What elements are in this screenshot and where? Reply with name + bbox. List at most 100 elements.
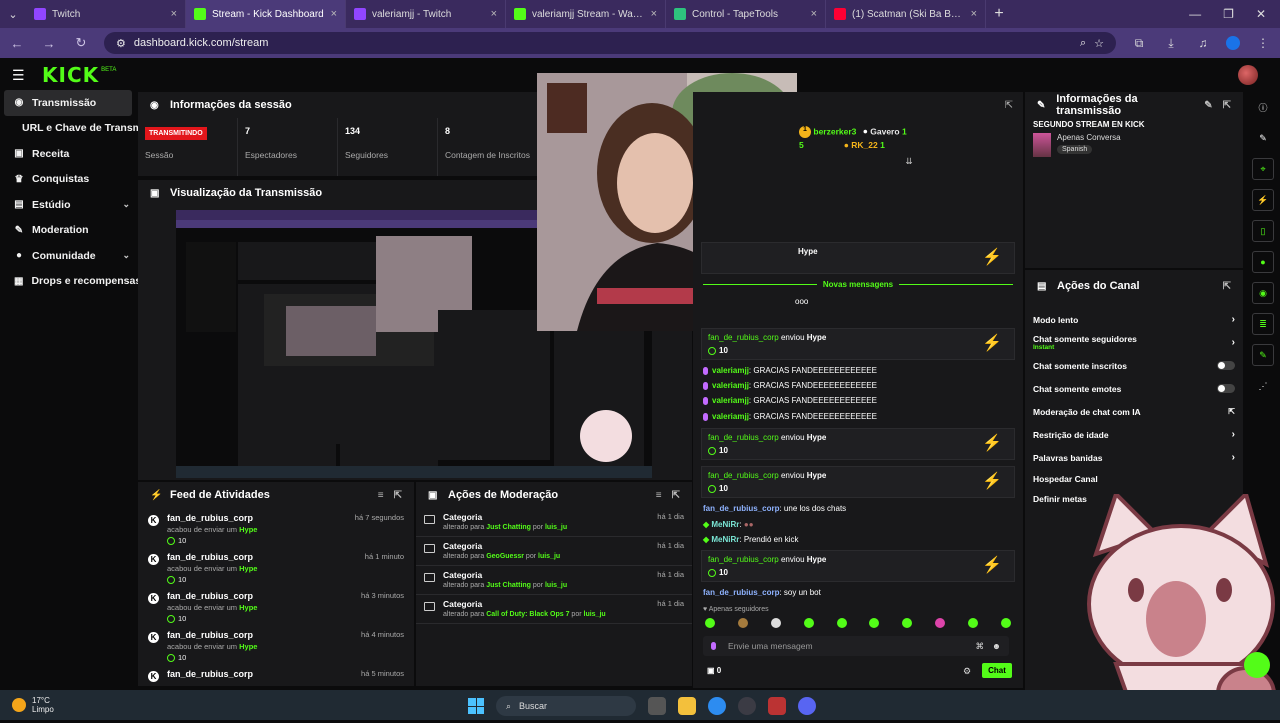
zoom-icon[interactable]: ⌕ [1080, 37, 1086, 50]
action-ai-moderation[interactable]: Moderação de chat com IA ⇱ [1025, 400, 1243, 423]
close-tab-icon[interactable]: × [811, 8, 817, 20]
media-icon[interactable]: ♫ [1194, 36, 1212, 50]
avatar[interactable] [1238, 65, 1258, 85]
chat-bubble-icon[interactable]: ● [1252, 251, 1274, 273]
emote-icon[interactable] [869, 618, 880, 628]
file-explorer-icon[interactable] [678, 697, 696, 715]
chrome-icon[interactable] [708, 697, 726, 715]
extensions-icon[interactable]: ⧉ [1130, 36, 1148, 51]
browser-tab[interactable]: Control - TapeTools × [666, 0, 826, 28]
site-info-icon[interactable]: ⚙ [116, 37, 126, 50]
profile-icon[interactable] [1226, 36, 1240, 50]
url-field[interactable]: ⚙ dashboard.kick.com/stream ⌕ ☆ [104, 32, 1116, 54]
sidebar-item-moderation[interactable]: ✎ Moderation [0, 218, 138, 244]
popout-icon[interactable]: ⇱ [1223, 100, 1231, 111]
browser-tab[interactable]: valeriamjj Stream - Watch Live× [506, 0, 666, 28]
emoji-icon[interactable]: ☻ [992, 641, 1001, 651]
action-host-channel[interactable]: Hospedar Canal [1025, 469, 1243, 489]
discord-icon[interactable] [798, 697, 816, 715]
browser-tab[interactable]: Twitch × [26, 0, 186, 28]
sidebar-item-estudio[interactable]: ▤ Estúdio ⌄ [0, 192, 138, 218]
sidebar-item-conquistas[interactable]: ♛ Conquistas [0, 167, 138, 193]
action-emotes-only[interactable]: Chat somente emotes [1025, 377, 1243, 400]
emote-icon[interactable] [737, 618, 748, 628]
close-tab-icon[interactable]: × [971, 8, 977, 20]
emote-icon[interactable] [770, 618, 781, 628]
commands-icon[interactable]: ⌘ [976, 641, 985, 652]
kick-logo[interactable]: KICK [42, 63, 99, 87]
wrench-icon[interactable]: ✎ [1252, 344, 1274, 366]
edit-icon[interactable]: ✎ [1252, 127, 1274, 149]
action-banned-words[interactable]: Palavras banidas › [1025, 446, 1243, 469]
windows-start-icon[interactable] [468, 698, 484, 714]
expand-icon[interactable]: ⇊ [799, 156, 1019, 167]
filter-icon[interactable]: ≡ [656, 490, 662, 501]
target-icon[interactable]: ⌖ [1252, 158, 1274, 180]
minimize-icon[interactable]: — [1189, 7, 1201, 21]
emote-bar [705, 618, 1011, 628]
settings-gear-icon[interactable]: ⚙ [963, 666, 971, 677]
maximize-icon[interactable]: ❐ [1223, 7, 1234, 21]
emotes-only-toggle[interactable] [1217, 384, 1235, 393]
document-icon[interactable]: ▯ [1252, 220, 1274, 242]
emote-icon[interactable] [705, 618, 715, 628]
send-chat-button[interactable]: Chat [982, 663, 1012, 678]
popout-icon[interactable]: ⇱ [1005, 100, 1013, 111]
tab-search-icon[interactable]: ⌄ [0, 0, 26, 28]
filter-icon[interactable]: ≡ [378, 490, 384, 501]
emote-icon[interactable] [902, 618, 913, 628]
emote-icon[interactable] [968, 618, 978, 628]
sidebar-item-url-chave[interactable]: URL e Chave de Transmissão [0, 116, 169, 142]
forward-icon[interactable]: → [40, 36, 58, 51]
bolt-icon[interactable]: ⚡ [1252, 189, 1274, 211]
bookmark-star-icon[interactable]: ☆ [1094, 37, 1104, 50]
emote-icon[interactable] [1000, 618, 1011, 628]
new-messages-divider[interactable]: Novas mensagens [703, 280, 1014, 289]
close-window-icon[interactable]: ✕ [1256, 7, 1266, 21]
share-icon[interactable]: ⋰ [1252, 375, 1274, 397]
emote-icon[interactable] [803, 618, 814, 628]
action-subscribers-only[interactable]: Chat somente inscritos [1025, 354, 1243, 377]
emote-icon[interactable] [836, 618, 847, 628]
sidebar-item-comunidade[interactable]: ● Comunidade ⌄ [0, 243, 138, 269]
browser-tab[interactable]: (1) Scatman (Ski Ba Bop Ba × [826, 0, 986, 28]
menu-icon[interactable]: ⋮ [1254, 36, 1272, 50]
activity-feed-panel: ⚡ Feed de Atividades ≡ ⇱ Kfan_de_rubius_cor… [138, 482, 414, 686]
kick-icon: K [148, 593, 159, 604]
list-icon[interactable]: ≣ [1252, 313, 1274, 335]
sidebar-item-transmissao[interactable]: ◉ Transmissão [4, 90, 132, 116]
popout-icon[interactable]: ⇱ [672, 490, 680, 501]
taskbar-search[interactable]: ⌕ Buscar [496, 696, 636, 716]
obs-icon[interactable] [738, 697, 756, 715]
edit-icon[interactable]: ✎ [1204, 100, 1212, 111]
back-icon[interactable]: ← [8, 36, 26, 51]
close-tab-icon[interactable]: × [491, 8, 497, 20]
popout-icon[interactable]: ⇱ [394, 490, 402, 501]
subscribers-only-toggle[interactable] [1217, 361, 1235, 370]
broadcast-icon[interactable]: ◉ [1252, 282, 1274, 304]
sidebar-item-receita[interactable]: ▣ Receita [0, 141, 138, 167]
action-age-restriction[interactable]: Restrição de idade › [1025, 423, 1243, 446]
close-tab-icon[interactable]: × [331, 8, 337, 20]
browser-tab-active[interactable]: Stream - Kick Dashboard × [186, 0, 346, 28]
emote-icon[interactable] [935, 618, 946, 628]
weather-widget[interactable]: 17°C Limpo [0, 696, 54, 714]
app-icon[interactable] [768, 697, 786, 715]
reload-icon[interactable]: ↻ [72, 35, 90, 51]
action-followers-only[interactable]: Chat somente seguidores Instant › [1025, 331, 1243, 354]
popout-icon[interactable]: ⇱ [1223, 281, 1231, 292]
new-tab-button[interactable]: + [986, 5, 1012, 23]
floating-action-button[interactable] [1244, 652, 1270, 678]
info-icon[interactable]: ⓘ [1252, 96, 1274, 118]
hamburger-icon[interactable]: ☰ [12, 67, 32, 84]
browser-tab[interactable]: valeriamjj - Twitch × [346, 0, 506, 28]
close-tab-icon[interactable]: × [651, 8, 657, 20]
points-display[interactable]: ▣ 0 [707, 666, 721, 675]
close-tab-icon[interactable]: × [171, 8, 177, 20]
sidebar-item-drops[interactable]: ▦ Drops e recompensas [0, 269, 141, 295]
task-view-icon[interactable] [648, 697, 666, 715]
action-slow-mode[interactable]: Modo lento › [1025, 308, 1243, 331]
feed-item: Kfan_de_rubius_corp há 3 minutos acabou de… [138, 586, 414, 625]
chat-input[interactable]: Envie uma mensagem ⌘ ☻ [703, 636, 1009, 656]
download-icon[interactable]: ⤓ [1162, 36, 1180, 51]
